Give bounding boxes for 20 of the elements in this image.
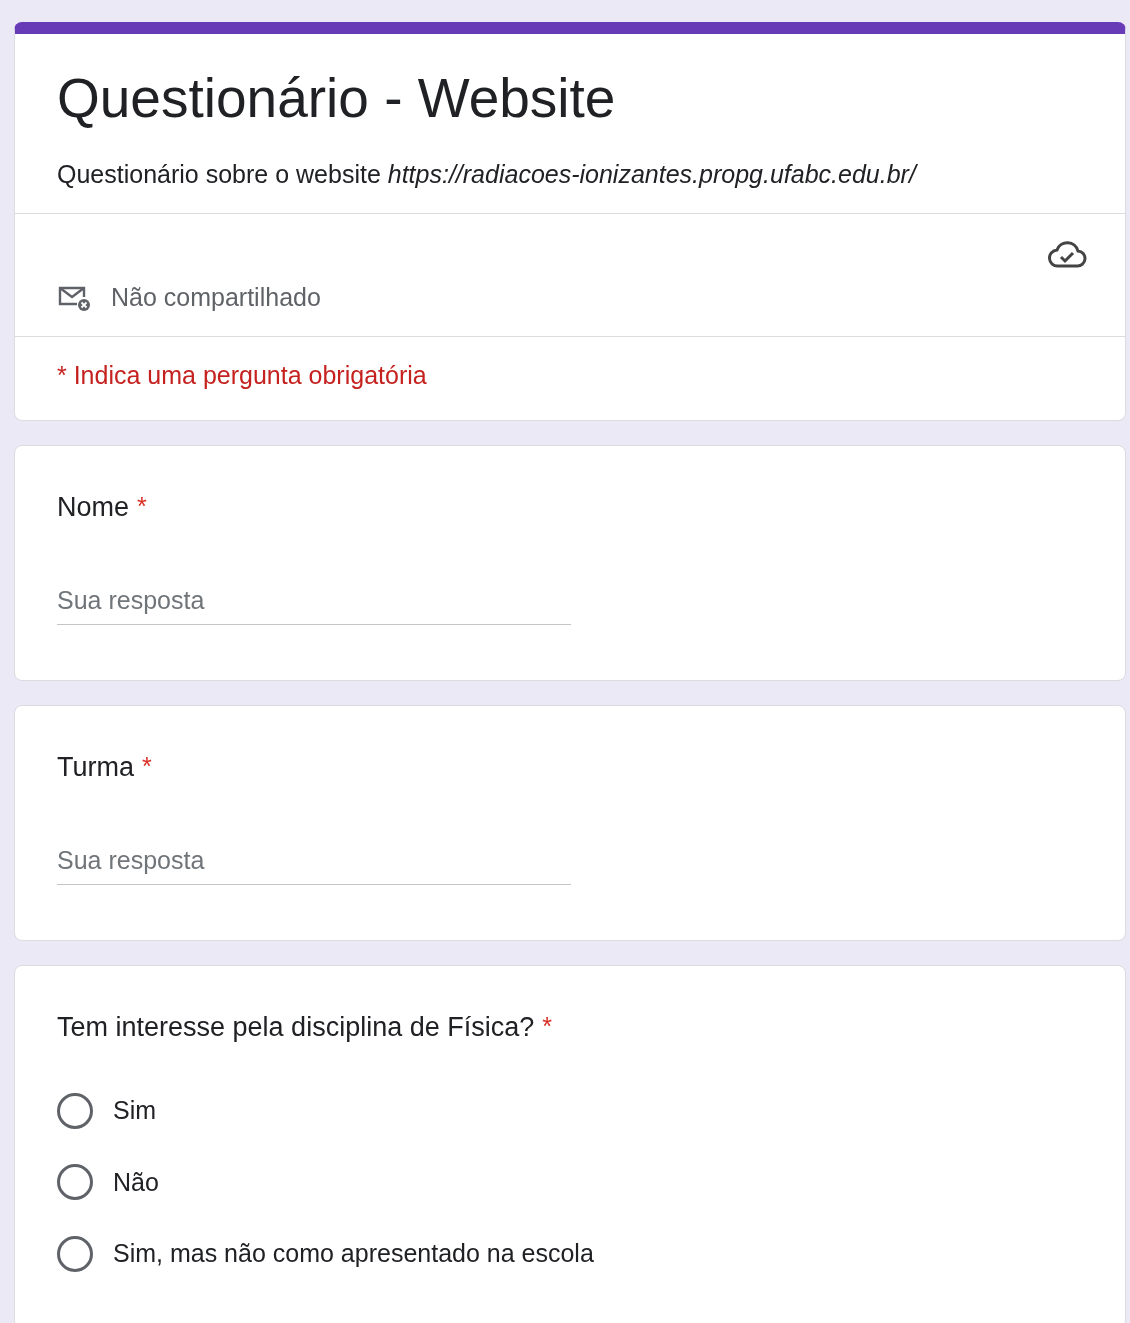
answer-field[interactable]: Sua resposta <box>57 585 571 625</box>
answer-field[interactable]: Sua resposta <box>57 845 571 885</box>
required-note: * Indica uma pergunta obrigatória <box>57 361 427 389</box>
radio-button[interactable] <box>57 1092 93 1129</box>
mail-cross-icon <box>57 284 91 312</box>
required-asterisk: * <box>542 1011 552 1043</box>
radio-button[interactable] <box>57 1164 93 1201</box>
option-label: Sim <box>113 1095 157 1126</box>
form-description: Questionário sobre o website https://radiacoes-ionizantes.propg.ufabc.edu.br/ <box>57 159 919 190</box>
option-label: Sim, mas não como apresentado na escola <box>113 1238 594 1269</box>
required-asterisk: * <box>137 491 147 523</box>
radio-button[interactable] <box>57 1235 93 1272</box>
question-title: Tem interesse pela disciplina de Física? <box>57 1010 535 1044</box>
option-label: Não <box>113 1166 159 1198</box>
form-title: Questionário - Website <box>57 66 617 130</box>
question-title: Nome <box>57 490 130 524</box>
cloud-check-icon[interactable] <box>1047 238 1087 270</box>
question-title: Turma <box>57 750 134 784</box>
sharing-status: Não compartilhado <box>111 282 321 314</box>
required-asterisk: * <box>142 751 152 783</box>
